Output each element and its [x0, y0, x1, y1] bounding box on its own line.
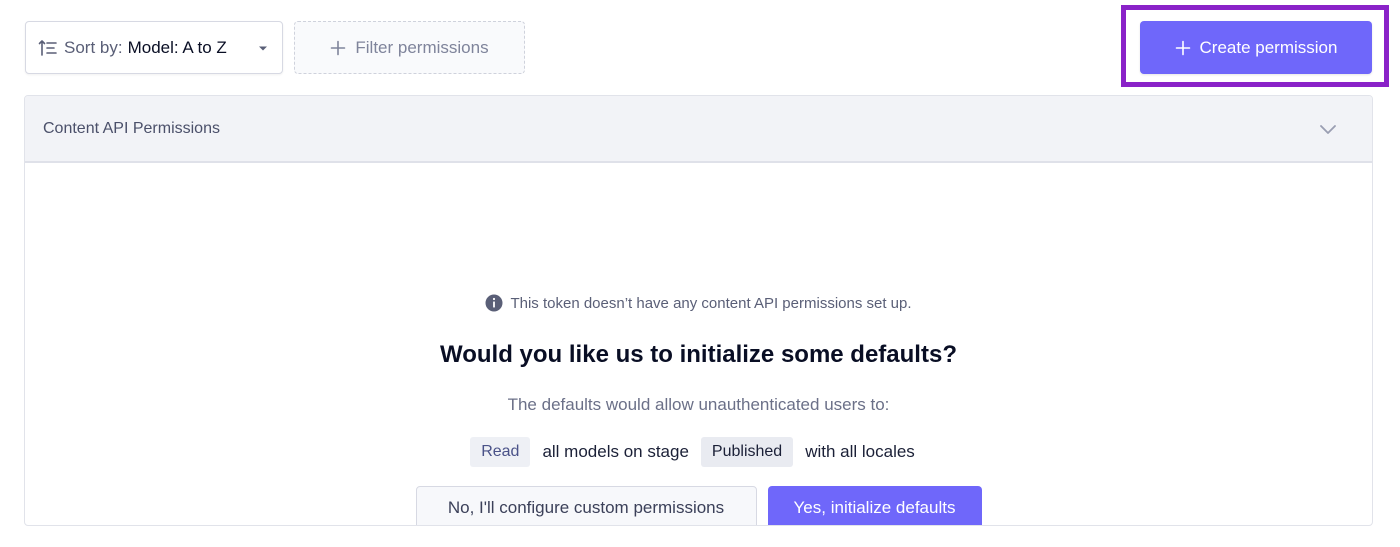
info-text: This token doesn’t have any content API … — [510, 294, 912, 312]
permissions-toolbar: Sort by: Model: A to Z Filter permission… — [0, 0, 1400, 90]
create-permission-label: Create permission — [1199, 37, 1338, 57]
defaults-button-row: No, I'll configure custom permissions Ye… — [25, 486, 1372, 525]
configure-custom-button[interactable]: No, I'll configure custom permissions — [415, 486, 757, 525]
defaults-question: Would you like us to initialize some def… — [440, 341, 957, 368]
chevron-down-icon[interactable] — [1318, 119, 1338, 139]
panel-title: Content API Permissions — [43, 119, 220, 137]
plus-icon — [1175, 40, 1191, 56]
defaults-text-models: all models on stage — [542, 442, 689, 461]
defaults-summary: Read all models on stage Published with … — [25, 437, 1372, 467]
filter-permissions-label: Filter permissions — [355, 37, 489, 57]
sort-button[interactable]: Sort by: Model: A to Z — [25, 21, 283, 74]
info-message: This token doesn’t have any content API … — [25, 294, 1372, 312]
caret-down-icon — [256, 41, 270, 55]
stage-pill: Published — [700, 437, 794, 467]
sort-prefix-label: Sort by: — [64, 37, 123, 57]
create-permission-button[interactable]: Create permission — [1140, 21, 1372, 74]
panel-header[interactable]: Content API Permissions — [25, 96, 1372, 163]
content-api-permissions-panel: Content API Permissions This token doesn… — [24, 95, 1373, 526]
plus-icon — [330, 40, 346, 56]
defaults-text-locales: with all locales — [805, 442, 915, 461]
sort-value-label: Model: A to Z — [127, 37, 227, 57]
action-pill: Read — [470, 437, 531, 467]
info-icon — [485, 294, 503, 312]
initialize-defaults-button[interactable]: Yes, initialize defaults — [767, 486, 982, 525]
filter-permissions-button[interactable]: Filter permissions — [294, 21, 525, 74]
defaults-description: The defaults would allow unauthenticated… — [507, 395, 890, 414]
sort-ascending-icon — [38, 38, 58, 58]
